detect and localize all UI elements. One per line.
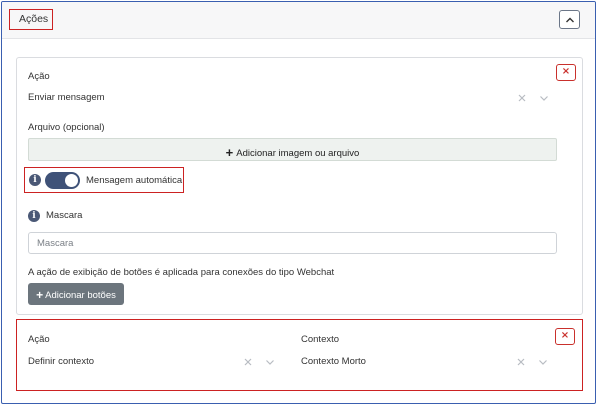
add-file-button[interactable]: + Adicionar imagem ou arquivo [28,138,557,161]
action-label: Ação [28,334,50,345]
add-buttons-label: Adicionar botões [45,290,116,301]
collapse-button[interactable] [559,10,580,29]
plus-icon: + [36,288,44,302]
card-title: Ações [19,13,49,25]
action-panel-set-context: Ação Contexto × Definir contexto Context… [16,319,583,391]
actions-card: Ações Ação × Enviar mensagem Arquivo (op… [1,1,596,404]
action-select-value: Enviar mensagem [28,92,105,103]
chevron-down-icon[interactable] [538,359,548,366]
info-icon: i [28,210,40,222]
toggle-knob [65,174,78,187]
card-header: Ações [2,2,595,39]
buttons-note: A ação de exibição de botões é aplicada … [28,267,335,278]
header-title-highlight: Ações [9,9,53,30]
remove-icon: × [561,66,571,77]
chevron-down-icon[interactable] [265,359,275,366]
info-icon: i [29,174,41,186]
chevron-up-icon [566,17,574,23]
context-label: Contexto [301,334,340,345]
action-label: Ação [28,71,50,82]
file-label: Arquivo (opcional) [28,122,105,133]
plus-icon: + [225,145,234,160]
clear-icon[interactable] [518,94,526,102]
action-select-value: Definir contexto [28,356,95,367]
add-file-label: Adicionar imagem ou arquivo [236,148,360,159]
action-select[interactable]: Definir contexto [28,354,278,370]
action-select[interactable]: Enviar mensagem [28,90,557,106]
remove-action-button[interactable]: × [556,64,576,81]
context-select-value: Contexto Morto [301,356,366,367]
action-panel-send-message: Ação × Enviar mensagem Arquivo (opcional… [16,57,583,315]
auto-message-label: Mensagem automática [86,175,183,186]
add-buttons-button[interactable]: + Adicionar botões [28,283,124,305]
clear-icon[interactable] [517,358,525,366]
clear-icon[interactable] [244,358,252,366]
chevron-down-icon[interactable] [539,95,549,102]
remove-action-button[interactable]: × [555,328,575,345]
auto-message-highlight: i Mensagem automática [24,167,184,193]
context-select[interactable]: Contexto Morto [301,354,551,370]
mask-label: Mascara [46,210,83,221]
mask-input[interactable] [28,232,557,254]
auto-message-toggle[interactable] [45,172,80,189]
remove-icon: × [560,330,570,341]
